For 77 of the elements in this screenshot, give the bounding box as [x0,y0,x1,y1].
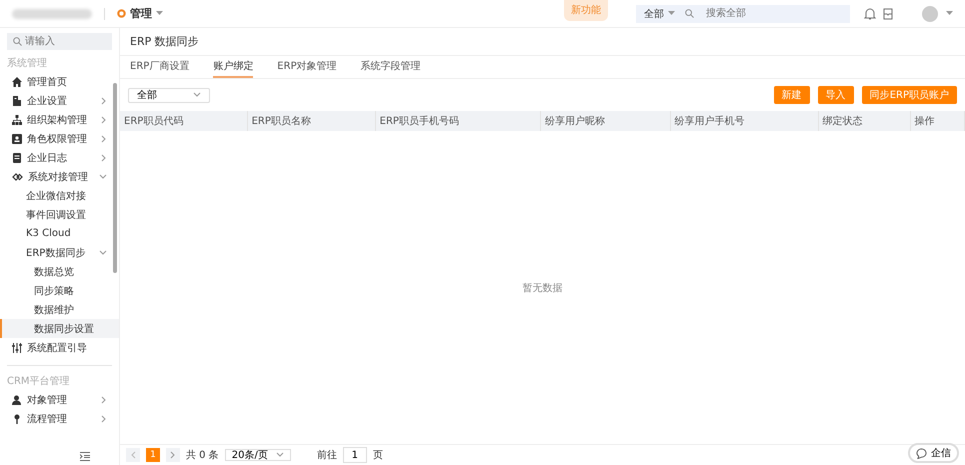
column-header: 纷享用户昵称 [540,111,670,131]
chevron-down-icon [99,174,107,180]
search-scope-dropdown[interactable]: 全部 [644,6,675,20]
sidebar-item[interactable]: 组织架构管理 [0,110,119,129]
search-icon [685,9,694,18]
sidebar-item[interactable]: 数据同步设置 [0,319,119,338]
id-card-icon [12,134,22,144]
sidebar-item[interactable]: 流程管理 [0,409,119,428]
sidebar-item[interactable]: 企业日志 [0,148,119,167]
page-size-dropdown[interactable]: 20条/页 [224,449,291,461]
building-icon [12,96,22,106]
section-label: CRM平台管理 [6,374,71,389]
sidebar-search-field[interactable]: 请输入 [7,33,112,50]
speech-bubble-icon [916,448,927,458]
column-header: 操作 [910,111,964,131]
chevron-down-icon [99,250,107,256]
sidebar-item[interactable]: 管理首页 [0,72,119,91]
section-label: 系统管理 [6,56,48,71]
chevron-right-icon [101,134,107,142]
tab[interactable]: 账户绑定 [213,56,254,78]
home-icon [12,76,22,86]
sidebar-item[interactable]: K3 Cloud [0,224,119,243]
chevron-down-icon [193,92,201,98]
app-menu[interactable]: 管理 [117,6,163,21]
column-header: ERP职员手机号码 [375,111,541,131]
caret-down-icon [946,11,953,16]
chevron-right-icon [170,451,176,459]
collapse-icon[interactable] [80,452,90,460]
pin-icon [12,414,22,424]
sidebar-item[interactable]: 角色权限管理 [0,129,119,148]
chevron-down-icon [276,452,284,458]
sidebar-item[interactable]: 企业设置 [0,91,119,110]
chevron-right-icon [101,414,107,422]
avatar[interactable] [922,6,938,22]
caret-down-icon [668,11,675,16]
chevron-right-icon [101,154,107,162]
empty-message: 暂无数据 [522,282,562,294]
goto-label: 前往 [316,448,337,462]
sidebar-item[interactable]: 企业微信对接 [0,186,119,205]
tab[interactable]: 系统字段管理 [360,56,421,78]
chevron-right-icon [101,116,107,124]
sidebar-item[interactable]: 数据维护 [0,300,119,319]
chevron-left-icon [130,451,136,459]
column-header: 纷享用户手机号 [670,111,818,131]
tab[interactable]: ERP厂商设置 [130,56,190,78]
sidebar-item[interactable]: 数据总览 [0,262,119,281]
page-unit-label: 页 [372,449,383,462]
sidebar-item[interactable]: 事件回调设置 [0,205,119,224]
column-header: ERP职员名称 [247,111,376,131]
user-icon [12,394,22,404]
bell-icon[interactable] [864,8,876,20]
chat-button[interactable]: 企信 [908,443,959,463]
inbox-icon[interactable] [882,8,894,20]
prev-page-button[interactable] [126,448,140,462]
sidebar-item[interactable]: ERP数据同步 [0,243,119,262]
column-header: 绑定状态 [818,111,910,131]
caret-down-icon [156,11,163,16]
scrollbar-thumb[interactable] [113,83,117,273]
global-search-field[interactable]: 全部 搜索全部 [636,4,850,22]
chevron-right-icon [101,396,107,404]
column-header: ERP职员代码 [120,111,248,131]
link-icon [12,172,23,182]
sidebar-item[interactable]: 系统对接管理 [0,167,119,186]
sidebar-item[interactable]: 对象管理 [0,390,119,409]
next-page-button[interactable] [166,448,180,462]
chevron-right-icon [101,96,107,104]
gear-icon [117,9,126,18]
tab[interactable]: ERP对象管理 [277,56,337,78]
sidebar-item[interactable]: 系统配置引导 [0,338,119,357]
total-count: 共 0 条 [186,448,219,462]
page-title: ERP 数据同步 [130,34,199,49]
sidebar-item[interactable]: 同步策略 [0,281,119,300]
filter-dropdown[interactable]: 全部 [128,88,210,102]
goto-page-field[interactable]: 1 [342,447,367,463]
sliders-icon [12,342,22,352]
org-chart-icon [12,114,22,124]
document-icon [12,152,22,162]
